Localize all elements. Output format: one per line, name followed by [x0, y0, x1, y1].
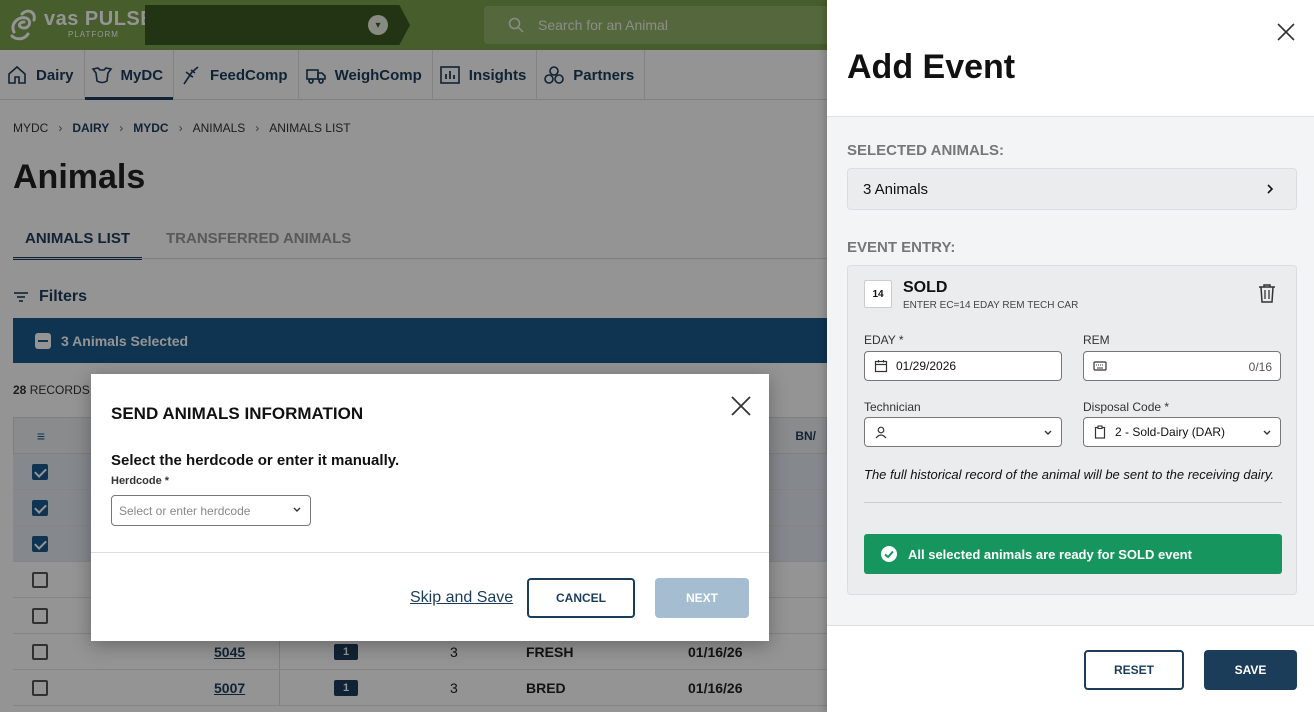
historical-record-note: The full historical record of the animal… — [864, 467, 1275, 482]
close-icon[interactable] — [1276, 22, 1296, 42]
check-circle-icon — [881, 546, 897, 562]
rem-char-count: 0/16 — [1248, 360, 1272, 374]
chevron-right-icon — [1267, 184, 1274, 194]
chevron-down-icon — [293, 507, 301, 512]
add-event-panel: Add Event SELECTED ANIMALS: 3 Animals EV… — [827, 0, 1314, 712]
disposal-code-label: Disposal Code * — [1083, 400, 1170, 414]
eday-value: 01/29/2026 — [896, 359, 957, 373]
selected-animals-value: 3 Animals — [863, 180, 929, 198]
clipboard-icon — [1094, 425, 1106, 439]
modal-subtitle: Select the herdcode or enter it manually… — [111, 452, 400, 469]
event-description: ENTER EC=14 EDAY REM TECH CAR — [903, 300, 1079, 311]
app-background: vas PULSE PLATFORM ▾ Search for an Anima… — [0, 0, 827, 712]
selected-animals-label: SELECTED ANIMALS: — [847, 142, 1004, 159]
event-card: 14 SOLD ENTER EC=14 EDAY REM TECH CAR ED… — [847, 265, 1297, 595]
herdcode-select[interactable]: Select or enter herdcode — [111, 495, 311, 526]
disposal-code-value: 2 - Sold-Dairy (DAR) — [1115, 425, 1226, 439]
technician-label: Technician — [864, 400, 921, 414]
chevron-down-icon — [1044, 430, 1052, 435]
ready-status-text: All selected animals are ready for SOLD … — [908, 546, 1192, 562]
event-divider — [864, 502, 1282, 503]
rem-input[interactable]: 0/16 — [1083, 351, 1281, 381]
chevron-down-icon — [1263, 430, 1271, 435]
cancel-button[interactable]: CANCEL — [527, 578, 635, 618]
disposal-code-select[interactable]: 2 - Sold-Dairy (DAR) — [1083, 417, 1281, 447]
technician-select[interactable] — [864, 417, 1062, 447]
event-code-badge: 14 — [864, 280, 892, 308]
herdcode-placeholder: Select or enter herdcode — [119, 503, 251, 518]
keyboard-icon — [1093, 361, 1107, 371]
user-icon — [875, 426, 887, 439]
modal-title: SEND ANIMALS INFORMATION — [111, 404, 364, 423]
panel-body: SELECTED ANIMALS: 3 Animals EVENT ENTRY:… — [827, 117, 1314, 626]
ready-status-banner: All selected animals are ready for SOLD … — [864, 534, 1282, 574]
reset-button[interactable]: RESET — [1084, 650, 1184, 690]
eday-label: EDAY * — [864, 333, 904, 347]
panel-title: Add Event — [847, 48, 1016, 86]
panel-header: Add Event — [827, 0, 1314, 117]
modal-divider — [91, 552, 769, 553]
event-name: SOLD — [903, 279, 948, 296]
close-icon[interactable] — [729, 394, 753, 418]
trash-icon[interactable] — [1258, 283, 1276, 303]
calendar-icon — [874, 360, 888, 373]
skip-and-save-link[interactable]: Skip and Save — [410, 589, 513, 607]
selected-animals-row[interactable]: 3 Animals — [847, 168, 1297, 210]
herdcode-label: Herdcode * — [111, 475, 170, 487]
next-button[interactable]: NEXT — [655, 578, 749, 618]
event-entry-label: EVENT ENTRY: — [847, 239, 956, 256]
send-animals-modal: SEND ANIMALS INFORMATION Select the herd… — [91, 374, 769, 641]
rem-label: REM — [1083, 333, 1110, 347]
save-button[interactable]: SAVE — [1204, 650, 1297, 690]
eday-input[interactable]: 01/29/2026 — [864, 351, 1062, 381]
